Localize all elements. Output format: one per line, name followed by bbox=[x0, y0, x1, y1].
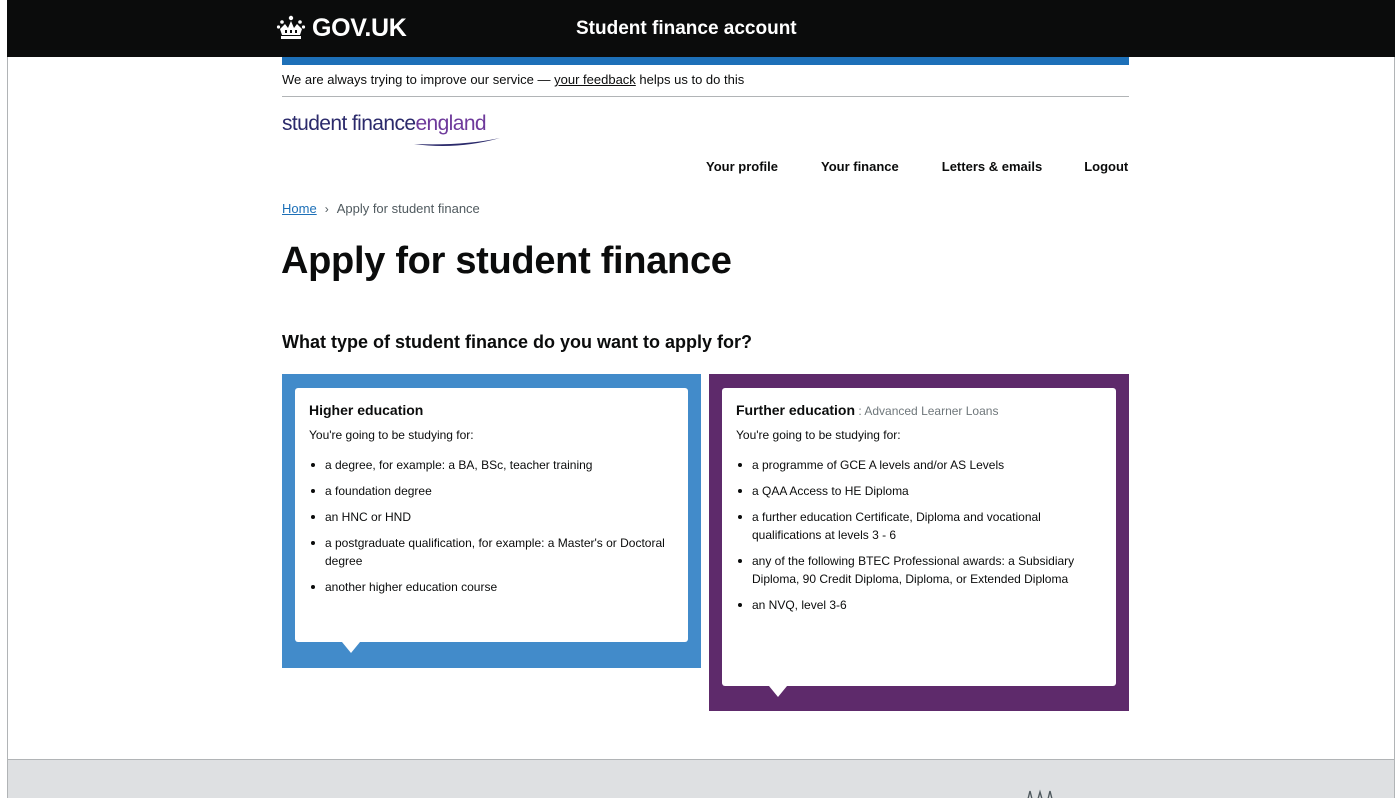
higher-education-list: a degree, for example: a BA, BSc, teache… bbox=[309, 456, 674, 596]
higher-education-lead: You're going to be studying for: bbox=[309, 428, 474, 442]
list-item: a further education Certificate, Diploma… bbox=[736, 508, 1102, 544]
further-education-option[interactable]: Further education : Advanced Learner Loa… bbox=[709, 374, 1129, 711]
page-title: Apply for student finance bbox=[281, 240, 732, 282]
feedback-banner: We are always trying to improve our serv… bbox=[282, 72, 744, 87]
further-education-lead: You're going to be studying for: bbox=[736, 428, 901, 442]
breadcrumb: Home › Apply for student finance bbox=[282, 201, 480, 216]
feedback-suffix: helps us to do this bbox=[635, 72, 745, 87]
higher-education-card[interactable]: Higher education You're going to be stud… bbox=[295, 388, 688, 653]
crest-icon bbox=[1027, 789, 1053, 798]
list-item: a degree, for example: a BA, BSc, teache… bbox=[309, 456, 674, 474]
brand-text-dark: student finance bbox=[282, 112, 416, 135]
nav-your-profile[interactable]: Your profile bbox=[706, 159, 778, 174]
govuk-header: GOV.UK Student finance account bbox=[7, 0, 1395, 57]
student-finance-england-logo[interactable]: student financeengland bbox=[282, 112, 512, 146]
nav-logout[interactable]: Logout bbox=[1084, 159, 1128, 174]
nav-your-finance[interactable]: Your finance bbox=[821, 159, 899, 174]
list-item: an NVQ, level 3-6 bbox=[736, 596, 1102, 614]
page-footer bbox=[8, 759, 1394, 798]
further-education-card[interactable]: Further education : Advanced Learner Loa… bbox=[722, 388, 1116, 697]
list-item: an HNC or HND bbox=[309, 508, 674, 526]
feedback-link[interactable]: your feedback bbox=[554, 72, 636, 87]
further-education-title-text: Further education bbox=[736, 402, 856, 418]
list-item: any of the following BTEC Professional a… bbox=[736, 552, 1102, 588]
list-item: another higher education course bbox=[309, 578, 674, 596]
breadcrumb-current: Apply for student finance bbox=[336, 201, 480, 216]
further-education-subtitle: : Advanced Learner Loans bbox=[855, 404, 999, 418]
finance-type-question: What type of student finance do you want… bbox=[282, 332, 752, 352]
nav-letters-emails[interactable]: Letters & emails bbox=[942, 159, 1042, 174]
higher-education-option[interactable]: Higher education You're going to be stud… bbox=[282, 374, 701, 668]
service-name[interactable]: Student finance account bbox=[576, 18, 797, 40]
breadcrumb-home[interactable]: Home bbox=[282, 201, 317, 216]
feedback-divider bbox=[282, 96, 1129, 97]
list-item: a postgraduate qualification, for exampl… bbox=[309, 534, 674, 570]
swoosh-icon bbox=[414, 138, 500, 146]
further-education-list: a programme of GCE A levels and/or AS Le… bbox=[736, 456, 1102, 614]
list-item: a QAA Access to HE Diploma bbox=[736, 482, 1102, 500]
account-navigation: Your profile Your finance Letters & emai… bbox=[706, 159, 1128, 174]
higher-education-title: Higher education bbox=[309, 402, 424, 418]
list-item: a foundation degree bbox=[309, 482, 674, 500]
feedback-prefix: We are always trying to improve our serv… bbox=[282, 72, 555, 87]
further-education-title: Further education : Advanced Learner Loa… bbox=[736, 402, 1102, 418]
window-left-border bbox=[7, 0, 8, 798]
govuk-logo-link[interactable]: GOV.UK bbox=[276, 10, 407, 46]
header-blue-stripe bbox=[282, 57, 1129, 65]
list-item: a programme of GCE A levels and/or AS Le… bbox=[736, 456, 1102, 474]
govuk-logo-text: GOV.UK bbox=[312, 13, 407, 42]
chevron-right-icon: › bbox=[324, 201, 329, 216]
crown-icon bbox=[276, 15, 306, 39]
